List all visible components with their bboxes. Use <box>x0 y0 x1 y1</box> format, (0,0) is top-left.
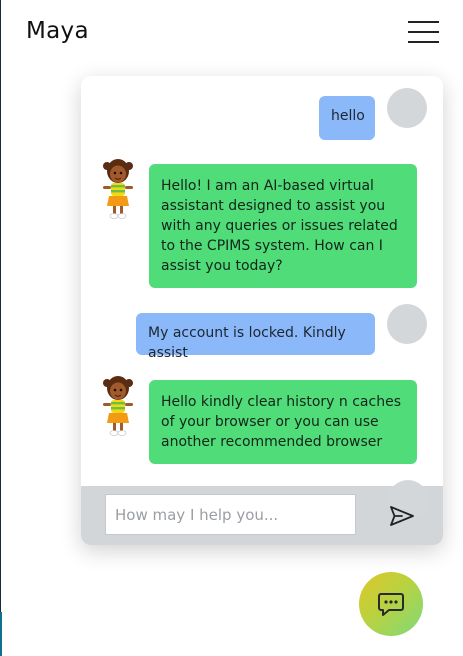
chat-launcher-button[interactable] <box>359 572 423 636</box>
message-list: hello Hello! I am an AI-based virtual as… <box>81 76 443 486</box>
input-bar <box>81 480 443 545</box>
user-avatar <box>387 304 427 344</box>
send-icon[interactable] <box>387 504 417 528</box>
page: Maya hello Hello! I am an AI-based virtu… <box>0 0 463 656</box>
bot-message: Hello kindly clear history n caches of y… <box>149 380 417 464</box>
user-avatar <box>387 88 427 128</box>
left-edge-accent <box>0 612 2 656</box>
bot-message: Hello! I am an AI-based virtual assistan… <box>149 164 417 288</box>
header: Maya <box>0 0 463 66</box>
user-message: hello <box>319 96 375 140</box>
chat-bubble-icon <box>378 593 404 616</box>
hamburger-menu-icon[interactable] <box>408 21 439 43</box>
bot-avatar-icon <box>103 159 133 219</box>
brand-title: Maya <box>26 18 89 44</box>
bot-avatar-icon <box>103 376 133 436</box>
message-input[interactable] <box>105 494 356 535</box>
chat-window: hello Hello! I am an AI-based virtual as… <box>81 76 443 545</box>
user-message: My account is locked. Kindly assist <box>136 313 375 361</box>
left-edge-line <box>0 0 1 656</box>
